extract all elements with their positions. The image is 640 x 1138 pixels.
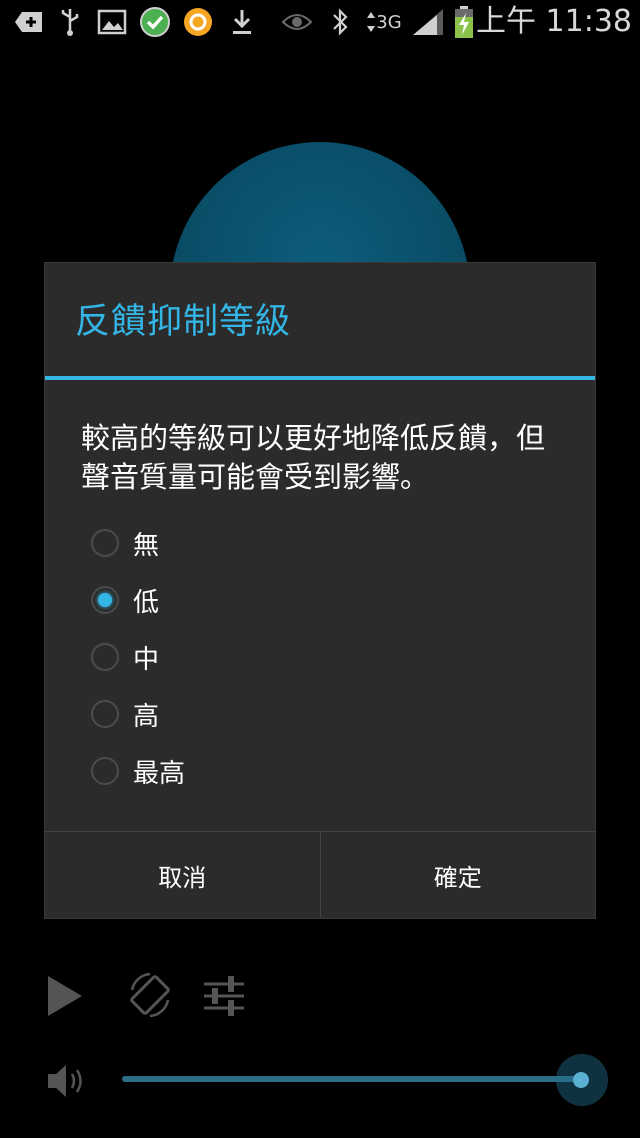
- add-icon: [12, 6, 46, 38]
- radio-button[interactable]: [91, 529, 119, 557]
- option-label: 最高: [133, 758, 186, 789]
- ok-button[interactable]: 確定: [319, 832, 596, 918]
- option-label: 中: [133, 644, 160, 675]
- eye-icon: [280, 6, 314, 38]
- playback-controls: [0, 960, 640, 1040]
- option-label: 高: [133, 701, 160, 732]
- option-label: 低: [133, 587, 160, 618]
- equalizer-icon[interactable]: [200, 970, 248, 1026]
- dialog-title: 反饋抑制等級: [75, 302, 292, 342]
- battery-charging-icon: [450, 6, 478, 38]
- title-divider: [45, 376, 595, 380]
- feedback-suppression-dialog: 反饋抑制等級 較高的等級可以更好地降低反饋，但聲音質量可能會受到影響。 無 低 …: [44, 262, 596, 919]
- option-highest[interactable]: 最高: [91, 749, 185, 793]
- volume-icon[interactable]: [44, 1060, 90, 1106]
- cancel-button[interactable]: 取消: [45, 832, 320, 918]
- dialog-message: 較高的等級可以更好地降低反饋，但聲音質量可能會受到影響。: [81, 421, 546, 494]
- rotate-icon[interactable]: [126, 970, 174, 1026]
- bluetooth-icon: [328, 6, 352, 38]
- download-icon: [228, 6, 256, 38]
- signal-icon: [410, 6, 446, 38]
- volume-slider-thumb[interactable]: [573, 1072, 589, 1088]
- radio-button[interactable]: [91, 757, 119, 785]
- volume-slider-track[interactable]: [122, 1076, 584, 1082]
- status-clock: 上午 11:38: [476, 4, 632, 39]
- radio-button-checked[interactable]: [91, 586, 119, 614]
- status-bar: 3G 上午 11:38: [0, 0, 640, 44]
- option-none[interactable]: 無: [91, 521, 159, 565]
- image-icon: [96, 6, 128, 38]
- app-icon: [181, 6, 215, 38]
- option-medium[interactable]: 中: [91, 635, 159, 679]
- usb-icon: [56, 6, 84, 38]
- check-circle-icon: [138, 6, 172, 38]
- network-type: 3G: [376, 11, 402, 33]
- radio-button[interactable]: [91, 700, 119, 728]
- volume-row: [0, 1050, 640, 1110]
- radio-button[interactable]: [91, 643, 119, 671]
- option-low[interactable]: 低: [91, 578, 159, 622]
- dialog-button-bar: 取消 確定: [45, 831, 595, 918]
- data-arrows-icon: 3G: [364, 6, 404, 38]
- option-label: 無: [133, 530, 160, 561]
- play-icon[interactable]: [44, 970, 86, 1026]
- option-high[interactable]: 高: [91, 692, 159, 736]
